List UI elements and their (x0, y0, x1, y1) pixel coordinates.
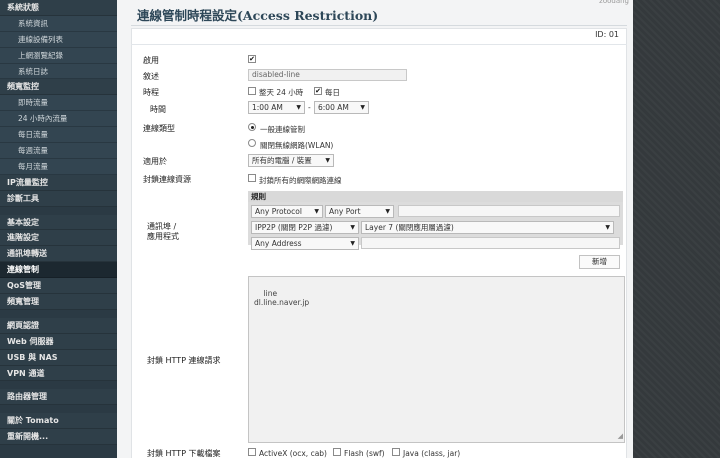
normal-control-radio[interactable] (248, 123, 256, 131)
sidebar-item[interactable]: VPN 通道 (0, 365, 117, 382)
description-input[interactable]: disabled-line (248, 69, 407, 81)
flash-label: Flash (swf) (344, 449, 385, 458)
block-all-checkbox[interactable] (248, 174, 256, 182)
sidebar-item[interactable]: 頻寬監控 (0, 79, 117, 96)
chevron-down-icon: ▼ (350, 224, 355, 231)
normal-control-label: 一般連線管制 (260, 125, 305, 134)
address-select[interactable]: Any Address ▼ (251, 237, 359, 250)
sidebar-item[interactable]: IP流量監控 (0, 174, 117, 191)
sidebar-nav: 系統狀態 系統資訊 連線設備列表 上網瀏覽紀錄 系統日誌 頻寬監控 即時流量 24 小時內流量… (0, 0, 117, 458)
sidebar-item[interactable]: 系統資訊 (0, 15, 117, 32)
applies-to-select[interactable]: 所有的電腦 / 裝置 ▼ (248, 154, 334, 167)
background-strip (633, 0, 720, 458)
page-title: 連線管制時程設定(Access Restriction) (137, 8, 379, 23)
sidebar-spacer (0, 381, 117, 390)
layer7-select[interactable]: Layer 7 (關閉應用層過濾) ▼ (361, 221, 614, 234)
sidebar-item[interactable]: 診斷工具 (0, 190, 117, 207)
chevron-down-icon: ▼ (385, 208, 390, 215)
sidebar-item[interactable]: 頻寬管理 (0, 294, 117, 310)
disable-wlan-radio[interactable] (248, 139, 256, 147)
sidebar-item[interactable]: USB 與 NAS (0, 349, 117, 366)
panel-divider (131, 44, 627, 45)
port-app-label-2: 應用程式 (147, 232, 179, 241)
enable-checkbox[interactable]: ✔ (248, 55, 256, 63)
ipp2p-select[interactable]: IPP2P (關閉 P2P 過濾) ▼ (251, 221, 359, 234)
sidebar-spacer (0, 206, 117, 215)
block-resources-label: 封鎖連線資源 (143, 175, 191, 184)
sidebar-item[interactable]: 每日流量 (0, 127, 117, 144)
title-divider (131, 25, 627, 26)
activex-checkbox[interactable] (248, 448, 256, 456)
sidebar-item[interactable]: QoS管理 (0, 278, 117, 295)
all-day-label: 整天 24 小時 (259, 88, 304, 97)
rules-header: 規則 (248, 191, 623, 202)
ipp2p-value: IPP2P (關閉 P2P 過濾) (255, 223, 333, 232)
address-input[interactable] (361, 237, 620, 249)
http-block-textarea[interactable]: line dl.line.naver.jp ◢ (248, 276, 625, 443)
sidebar-item[interactable]: 系統日誌 (0, 63, 117, 80)
chevron-down-icon: ▼ (296, 104, 301, 111)
start-time-value: 1:00 AM (252, 103, 283, 112)
sidebar-item[interactable]: 路由器管理 (0, 389, 117, 406)
port-select[interactable]: Any Port ▼ (325, 205, 394, 218)
chevron-down-icon: ▼ (360, 104, 365, 111)
sidebar-item[interactable]: 通訊埠轉送 (0, 246, 117, 263)
java-label: Java (class, jar) (403, 449, 461, 458)
sidebar-item[interactable]: 連線管制 (0, 262, 117, 279)
sidebar-item[interactable]: Web 伺服器 (0, 333, 117, 350)
sidebar-item[interactable]: 系統狀態 (0, 0, 117, 16)
sidebar-item[interactable]: 上網瀏覽紀錄 (0, 47, 117, 64)
user-name: zoodang (599, 0, 629, 5)
every-day-label: 每日 (325, 88, 340, 97)
start-time-select[interactable]: 1:00 AM ▼ (248, 101, 305, 114)
description-label: 敘述 (143, 72, 159, 81)
block-all-label: 封鎖所有的網際網路連線 (259, 176, 342, 185)
protocol-value: Any Protocol (255, 207, 302, 216)
http-block-text: line dl.line.naver.jp (254, 289, 310, 307)
chevron-down-icon: ▼ (325, 157, 330, 164)
sidebar-item[interactable]: 24 小時內流量 (0, 111, 117, 128)
sidebar-item[interactable]: 每月流量 (0, 158, 117, 175)
end-time-select[interactable]: 6:00 AM ▼ (314, 101, 369, 114)
sidebar-item[interactable]: 網頁認證 (0, 317, 117, 334)
activex-label: ActiveX (ocx, cab) (259, 449, 327, 458)
sidebar-spacer (0, 405, 117, 414)
time-label: 時間 (150, 105, 166, 114)
schedule-label: 時程 (143, 88, 159, 97)
protocol-select[interactable]: Any Protocol ▼ (251, 205, 323, 218)
chevron-down-icon: ▼ (314, 208, 319, 215)
port-input[interactable] (398, 205, 620, 217)
main-content: zoodang 連線管制時程設定(Access Restriction) ID:… (117, 0, 633, 458)
applies-to-value: 所有的電腦 / 裝置 (252, 156, 312, 165)
rule-id: ID: 01 (595, 30, 619, 39)
end-time-value: 6:00 AM (318, 103, 349, 112)
sidebar-item[interactable]: 基本設定 (0, 214, 117, 231)
http-block-label: 封鎖 HTTP 連線請求 (147, 356, 221, 365)
all-day-checkbox[interactable] (248, 87, 256, 95)
sidebar-item[interactable]: 進階設定 (0, 230, 117, 247)
http-download-label: 封鎖 HTTP 下載檔案 (147, 449, 221, 458)
sidebar-item[interactable]: 連線設備列表 (0, 31, 117, 48)
port-value: Any Port (329, 207, 361, 216)
chevron-down-icon: ▼ (605, 224, 610, 231)
sidebar-item[interactable]: 即時流量 (0, 95, 117, 112)
chevron-down-icon: ▼ (350, 240, 355, 247)
flash-checkbox[interactable] (333, 448, 341, 456)
sidebar-item[interactable]: 每週流量 (0, 143, 117, 159)
sidebar-item[interactable]: 關於 Tomato (0, 413, 117, 430)
address-value: Any Address (255, 239, 302, 248)
time-separator: - (308, 103, 311, 112)
enable-label: 啟用 (143, 56, 159, 65)
sidebar-item[interactable]: 重新開機... (0, 429, 117, 446)
sidebar-spacer (0, 309, 117, 318)
connection-type-label: 連線類型 (143, 124, 175, 133)
java-checkbox[interactable] (392, 448, 400, 456)
layer7-value: Layer 7 (關閉應用層過濾) (365, 223, 454, 232)
every-day-checkbox[interactable]: ✔ (314, 87, 322, 95)
add-rule-button[interactable]: 新增 (579, 255, 620, 269)
resize-grip-icon[interactable]: ◢ (618, 432, 623, 441)
applies-to-label: 適用於 (143, 157, 167, 166)
disable-wlan-label: 關閉無線網路(WLAN) (260, 141, 334, 150)
